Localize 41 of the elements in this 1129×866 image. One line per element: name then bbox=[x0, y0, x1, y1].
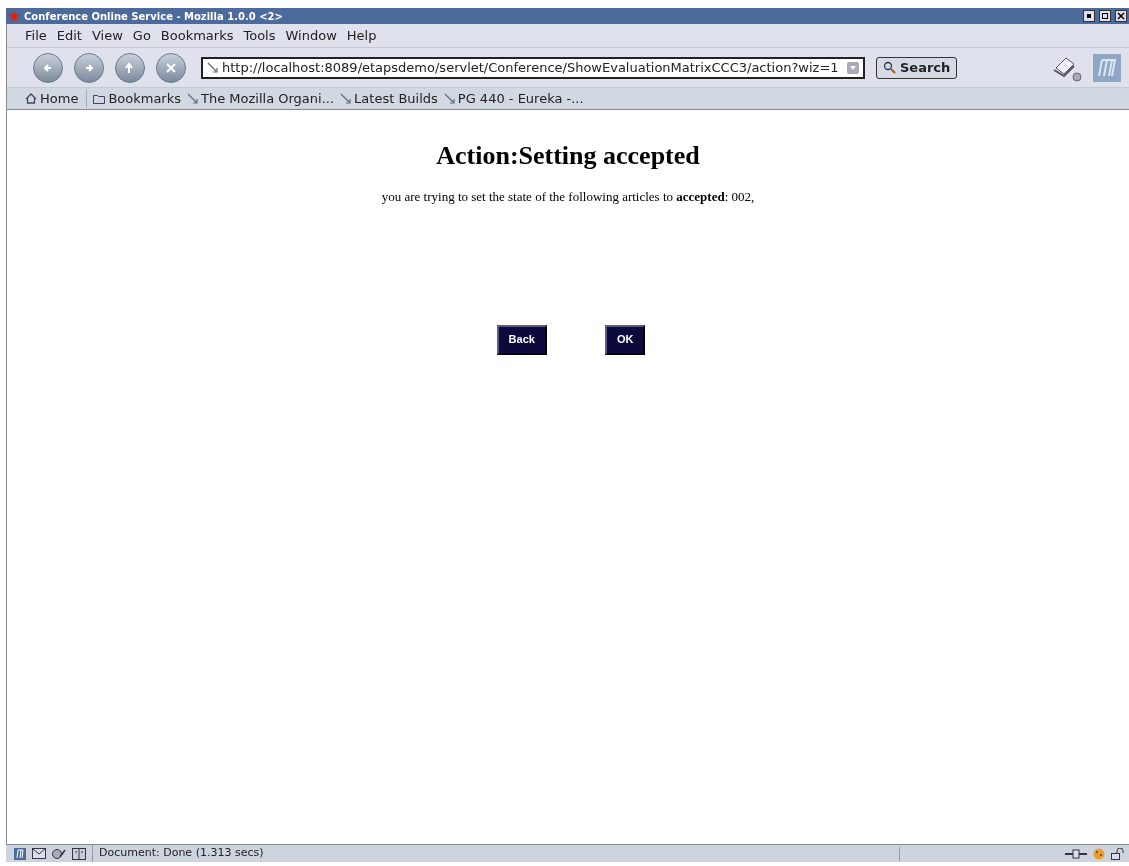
cookie-icon[interactable] bbox=[1093, 847, 1105, 860]
stop-button[interactable] bbox=[156, 52, 186, 83]
search-icon bbox=[883, 61, 896, 74]
mail-icon[interactable] bbox=[32, 848, 46, 859]
bookmark-link[interactable]: Latest Builds bbox=[354, 88, 438, 109]
reload-button[interactable] bbox=[115, 52, 145, 83]
forward-button[interactable] bbox=[74, 52, 104, 83]
url-text: http://localhost:8089/etapsdemo/servlet/Conference/ShowEvaluationMatrixCCC3/action?wiz=1 bbox=[222, 58, 840, 77]
menu-item[interactable]: Window bbox=[285, 25, 337, 46]
address-field[interactable]: http://localhost:8089/etapsdemo/servlet/Conference/ShowEvaluationMatrixCCC3/action?wiz=1 bbox=[201, 56, 865, 79]
bookmark-link[interactable]: Home bbox=[40, 88, 79, 109]
window-title: Conference Online Service - Mozilla 1.0.0 <2> bbox=[24, 9, 283, 24]
menu-item[interactable]: Go bbox=[132, 25, 151, 46]
menu-item[interactable]: View bbox=[91, 25, 123, 46]
menu-item[interactable]: Tools bbox=[243, 25, 276, 46]
link-icon bbox=[443, 93, 455, 104]
status-text: Document: Done (1.313 secs) bbox=[92, 845, 264, 862]
link-icon bbox=[340, 93, 352, 104]
menu-item[interactable]: File bbox=[25, 25, 47, 46]
link-icon bbox=[187, 93, 199, 104]
message-text: you are trying to set the state of the following articles to accepted: 002, bbox=[381, 188, 755, 206]
form-button[interactable]: OK bbox=[604, 324, 646, 355]
connection-icon bbox=[1065, 848, 1087, 859]
maximize-button[interactable] bbox=[1099, 10, 1111, 22]
menu-item[interactable]: Bookmarks bbox=[160, 25, 234, 46]
back-button[interactable] bbox=[33, 52, 63, 83]
link-icon bbox=[207, 62, 218, 73]
search-button[interactable]: Search bbox=[876, 56, 958, 79]
bookmark-link[interactable]: The Mozilla Organi... bbox=[201, 88, 335, 109]
star-icon bbox=[8, 10, 20, 22]
close-button[interactable] bbox=[1115, 10, 1127, 22]
home-icon bbox=[25, 93, 37, 104]
minimize-button[interactable] bbox=[1083, 10, 1095, 22]
unlocked-padlock-icon bbox=[1111, 847, 1125, 860]
bookmark-link[interactable]: Bookmarks bbox=[108, 88, 182, 109]
bookmark-link[interactable]: PG 440 - Eureka -... bbox=[457, 88, 584, 109]
menu-item[interactable]: Edit bbox=[56, 25, 82, 46]
folder-icon bbox=[93, 93, 106, 104]
page-heading: Action:Setting accepted bbox=[436, 140, 700, 172]
form-button[interactable]: Back bbox=[496, 324, 547, 355]
menu-item[interactable]: Help bbox=[346, 25, 377, 46]
